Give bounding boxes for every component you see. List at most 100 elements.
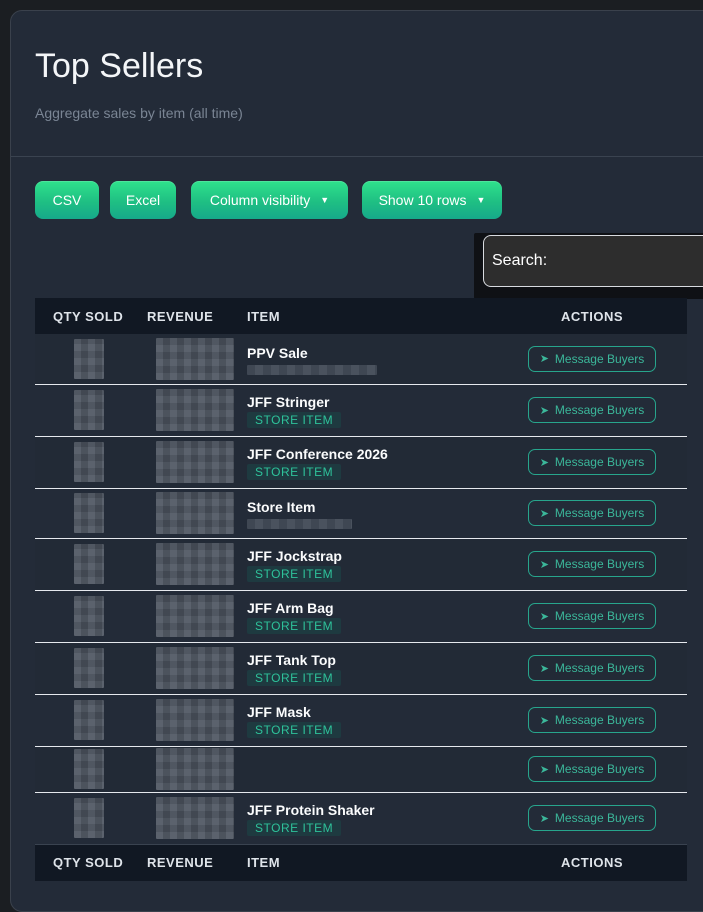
redacted-item-detail <box>247 364 377 375</box>
actions-cell: ➤ Message Buyers <box>497 590 687 642</box>
item-name: PPV Sale <box>247 344 308 361</box>
top-sellers-card: Top Sellers Aggregate sales by item (all… <box>10 10 703 912</box>
table-row: JFF Mask STORE ITEM ➤ Message Buyers <box>35 694 687 746</box>
message-buyers-button[interactable]: ➤ Message Buyers <box>528 756 656 782</box>
table-row: JFF Protein Shaker STORE ITEM ➤ Message … <box>35 792 687 844</box>
table-row: PPV Sale ➤ Message Buyers <box>35 334 687 384</box>
show-rows-button[interactable]: Show 10 rows ▼ <box>362 181 502 219</box>
item-cell: JFF Conference 2026 STORE ITEM <box>247 436 497 488</box>
revenue-cell <box>143 746 247 792</box>
paper-plane-icon: ➤ <box>539 714 549 727</box>
message-buyers-button[interactable]: ➤ Message Buyers <box>528 655 656 681</box>
message-buyers-label: Message Buyers <box>554 557 645 571</box>
redacted-qty <box>74 544 104 584</box>
redacted-revenue <box>156 699 234 741</box>
qty-cell <box>35 538 143 590</box>
qty-cell <box>35 436 143 488</box>
header-actions: ACTIONS <box>497 298 687 334</box>
show-rows-label: Show 10 rows <box>378 192 467 208</box>
item-cell: JFF Jockstrap STORE ITEM <box>247 538 497 590</box>
item-name: JFF Protein Shaker <box>247 801 375 818</box>
revenue-cell <box>143 384 247 436</box>
item-cell: JFF Protein Shaker STORE ITEM <box>247 792 497 844</box>
header-qty-sold[interactable]: QTY SOLD <box>35 298 143 334</box>
store-item-badge: STORE ITEM <box>247 669 342 686</box>
store-item-badge: STORE ITEM <box>247 819 342 836</box>
item-cell: PPV Sale <box>247 334 497 384</box>
redacted-qty <box>74 390 104 430</box>
redacted-qty <box>74 798 104 838</box>
redacted-revenue <box>156 748 234 790</box>
redacted-revenue <box>156 595 234 637</box>
store-item-badge: STORE ITEM <box>247 411 342 428</box>
qty-cell <box>35 384 143 436</box>
actions-cell: ➤ Message Buyers <box>497 538 687 590</box>
redacted-qty <box>74 749 104 789</box>
redacted-revenue <box>156 543 234 585</box>
qty-cell <box>35 590 143 642</box>
header-divider <box>11 156 703 157</box>
item-name: JFF Tank Top <box>247 651 336 668</box>
paper-plane-icon: ➤ <box>539 812 549 825</box>
table-header-row: QTY SOLD REVENUE ITEM ACTIONS <box>35 298 687 334</box>
message-buyers-button[interactable]: ➤ Message Buyers <box>528 449 656 475</box>
search-container: Search: <box>474 233 703 299</box>
redacted-revenue <box>156 337 234 380</box>
item-cell: JFF Stringer STORE ITEM <box>247 384 497 436</box>
header-revenue[interactable]: REVENUE <box>143 298 247 334</box>
actions-cell: ➤ Message Buyers <box>497 642 687 694</box>
paper-plane-icon: ➤ <box>539 456 549 469</box>
item-name: JFF Stringer <box>247 393 330 410</box>
message-buyers-button[interactable]: ➤ Message Buyers <box>528 551 656 577</box>
redacted-revenue <box>156 797 234 839</box>
actions-cell: ➤ Message Buyers <box>497 694 687 746</box>
redacted-qty <box>74 442 104 482</box>
item-cell <box>247 746 497 792</box>
table-row: Store Item ➤ Message Buyers <box>35 488 687 538</box>
qty-cell <box>35 488 143 538</box>
table-row: ➤ Message Buyers <box>35 746 687 792</box>
column-visibility-button[interactable]: Column visibility ▼ <box>191 181 348 219</box>
caret-down-icon: ▼ <box>476 195 486 205</box>
csv-label: CSV <box>52 192 82 208</box>
message-buyers-button[interactable]: ➤ Message Buyers <box>528 603 656 629</box>
message-buyers-button[interactable]: ➤ Message Buyers <box>528 345 656 372</box>
redacted-revenue <box>156 389 234 431</box>
paper-plane-icon: ➤ <box>539 610 549 623</box>
redacted-qty <box>74 700 104 740</box>
message-buyers-button[interactable]: ➤ Message Buyers <box>528 397 656 423</box>
csv-export-button[interactable]: CSV <box>35 181 99 219</box>
message-buyers-label: Message Buyers <box>554 455 645 469</box>
footer-revenue: REVENUE <box>143 843 247 881</box>
message-buyers-button[interactable]: ➤ Message Buyers <box>528 805 656 831</box>
message-buyers-label: Message Buyers <box>554 762 645 776</box>
revenue-cell <box>143 642 247 694</box>
caret-down-icon: ▼ <box>320 195 330 205</box>
qty-cell <box>35 694 143 746</box>
excel-label: Excel <box>125 192 161 208</box>
qty-cell <box>35 334 143 384</box>
footer-qty-sold: QTY SOLD <box>35 843 143 881</box>
revenue-cell <box>143 334 247 384</box>
top-sellers-table: QTY SOLD REVENUE ITEM ACTIONS PPV Sale ➤… <box>35 298 687 881</box>
redacted-revenue <box>156 492 234 534</box>
search-input[interactable] <box>547 252 552 270</box>
header-item[interactable]: ITEM <box>247 298 497 334</box>
message-buyers-button[interactable]: ➤ Message Buyers <box>528 500 656 526</box>
revenue-cell <box>143 538 247 590</box>
store-item-badge: STORE ITEM <box>247 463 342 480</box>
item-name: Store Item <box>247 499 316 515</box>
message-buyers-label: Message Buyers <box>554 403 645 417</box>
item-cell: JFF Tank Top STORE ITEM <box>247 642 497 694</box>
message-buyers-button[interactable]: ➤ Message Buyers <box>528 707 656 733</box>
excel-export-button[interactable]: Excel <box>110 181 176 219</box>
search-field[interactable]: Search: <box>483 235 703 287</box>
redacted-qty <box>74 648 104 688</box>
search-label: Search: <box>492 252 548 269</box>
table-row: JFF Jockstrap STORE ITEM ➤ Message Buyer… <box>35 538 687 590</box>
message-buyers-label: Message Buyers <box>554 351 645 366</box>
message-buyers-label: Message Buyers <box>554 713 645 727</box>
revenue-cell <box>143 436 247 488</box>
message-buyers-label: Message Buyers <box>554 506 645 520</box>
item-cell: Store Item <box>247 488 497 538</box>
